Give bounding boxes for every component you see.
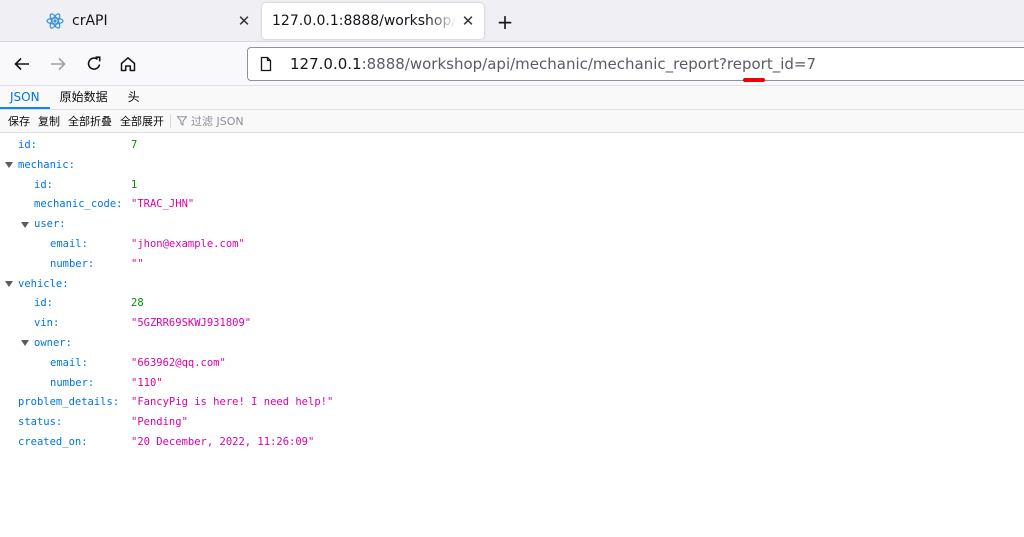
json-row-vehicle-vin: vin: "5GZRR69SKWJ931809" bbox=[0, 314, 1024, 334]
expand-all-button[interactable]: 全部展开 bbox=[116, 113, 168, 129]
reload-icon bbox=[87, 56, 101, 70]
json-value: "FancyPig is here! I need help!" bbox=[131, 396, 334, 409]
tab-headers[interactable]: 头 bbox=[118, 86, 150, 109]
url-text: 127.0.0.1:8888/workshop/api/mechanic/mec… bbox=[290, 55, 816, 73]
json-key: id: bbox=[34, 178, 53, 191]
json-key: id: bbox=[18, 139, 37, 151]
json-row-vehicle-id: id: 28 bbox=[0, 294, 1024, 314]
tab-raw-data[interactable]: 原始数据 bbox=[50, 86, 118, 109]
json-viewer-tabs: JSON 原始数据 头 bbox=[0, 86, 1024, 110]
json-key: mechanic: bbox=[18, 158, 75, 171]
arrow-right-icon bbox=[51, 57, 66, 71]
json-row-owner[interactable]: owner: bbox=[0, 334, 1024, 354]
json-value: "" bbox=[131, 257, 144, 270]
expand-triangle-icon[interactable] bbox=[5, 156, 13, 175]
json-value: 7 bbox=[131, 139, 138, 151]
json-row-user-number: number: "" bbox=[0, 255, 1024, 275]
json-row-vehicle[interactable]: vehicle: bbox=[0, 275, 1024, 295]
toolbar-divider bbox=[170, 114, 171, 128]
json-value: 1 bbox=[131, 178, 138, 191]
close-tab-icon[interactable]: ✕ bbox=[456, 9, 480, 33]
red-underline-annotation bbox=[743, 78, 765, 82]
navigation-bar: 127.0.0.1:8888/workshop/api/mechanic/mec… bbox=[0, 42, 1024, 86]
close-tab-icon[interactable]: ✕ bbox=[232, 9, 256, 33]
json-value: "5GZRR69SKWJ931809" bbox=[131, 317, 252, 330]
json-value: "Pending" bbox=[131, 416, 188, 429]
back-button[interactable] bbox=[8, 50, 36, 78]
json-row-created-on: created_on: "20 December, 2022, 11:26:09… bbox=[0, 433, 1024, 453]
reload-button[interactable] bbox=[80, 50, 108, 78]
tab-crapi[interactable]: crAPI ✕ bbox=[38, 3, 260, 39]
save-button[interactable]: 保存 bbox=[0, 113, 34, 129]
new-tab-button[interactable]: + bbox=[492, 9, 518, 35]
filter-icon bbox=[177, 116, 187, 126]
json-key: mechanic_code: bbox=[34, 198, 123, 211]
expand-triangle-icon[interactable] bbox=[21, 215, 29, 234]
json-key: problem_details: bbox=[18, 396, 120, 409]
json-key: email: bbox=[50, 356, 88, 369]
json-key: vin: bbox=[34, 317, 60, 330]
collapse-all-button[interactable]: 全部折叠 bbox=[64, 113, 116, 129]
expand-triangle-icon[interactable] bbox=[21, 334, 29, 353]
json-row-owner-email: email: "663962@qq.com" bbox=[0, 354, 1024, 374]
json-key: created_on: bbox=[18, 435, 88, 448]
json-row-id: id: 7 bbox=[0, 136, 1024, 156]
react-atom-icon bbox=[46, 12, 64, 30]
page-icon bbox=[258, 56, 274, 72]
filter-placeholder: 过滤 JSON bbox=[191, 115, 244, 128]
tab-title: crAPI bbox=[72, 13, 108, 29]
home-button[interactable] bbox=[114, 50, 142, 78]
expand-triangle-icon[interactable] bbox=[5, 275, 13, 294]
json-value: "663962@qq.com" bbox=[131, 356, 226, 369]
json-row-mechanic[interactable]: mechanic: bbox=[0, 156, 1024, 176]
json-row-user-email: email: "jhon@example.com" bbox=[0, 235, 1024, 255]
forward-button[interactable] bbox=[44, 50, 72, 78]
url-path: :8888/workshop/api/mechanic/mechanic_rep… bbox=[361, 55, 817, 73]
json-tree: id: 7 mechanic: id: 1 mechanic_code: "TR… bbox=[0, 136, 1024, 453]
json-key: number: bbox=[50, 257, 95, 270]
arrow-left-icon bbox=[14, 57, 29, 71]
json-row-mechanic-id: id: 1 bbox=[0, 176, 1024, 196]
json-value: "20 December, 2022, 11:26:09" bbox=[131, 435, 315, 448]
json-key: id: bbox=[34, 297, 53, 310]
json-key: user: bbox=[34, 218, 66, 231]
json-row-mechanic-code: mechanic_code: "TRAC_JHN" bbox=[0, 195, 1024, 215]
copy-button[interactable]: 复制 bbox=[34, 113, 64, 129]
json-key: vehicle: bbox=[18, 277, 69, 290]
json-toolbar: 保存 复制 全部折叠 全部展开 过滤 JSON bbox=[0, 110, 1024, 133]
json-row-status: status: "Pending" bbox=[0, 413, 1024, 433]
plus-icon: + bbox=[496, 10, 514, 34]
json-row-owner-number: number: "110" bbox=[0, 374, 1024, 394]
tab-strip: crAPI ✕ 127.0.0.1:8888/workshop/api/mech… bbox=[0, 0, 1024, 42]
json-row-problem-details: problem_details: "FancyPig is here! I ne… bbox=[0, 393, 1024, 413]
tab-title: 127.0.0.1:8888/workshop/api/mechanic/mec… bbox=[272, 13, 456, 29]
json-row-user[interactable]: user: bbox=[0, 215, 1024, 235]
json-value: 28 bbox=[131, 297, 144, 310]
home-icon bbox=[120, 57, 136, 72]
json-key: owner: bbox=[34, 336, 72, 349]
json-key: email: bbox=[50, 237, 88, 250]
url-bar[interactable]: 127.0.0.1:8888/workshop/api/mechanic/mec… bbox=[247, 47, 1024, 81]
filter-json-input[interactable]: 过滤 JSON bbox=[177, 113, 244, 129]
url-host: 127.0.0.1 bbox=[290, 55, 362, 73]
json-key: number: bbox=[50, 376, 95, 389]
json-value: "TRAC_JHN" bbox=[131, 198, 195, 211]
tab-api-report[interactable]: 127.0.0.1:8888/workshop/api/mechanic/mec… bbox=[262, 3, 484, 39]
json-value: "jhon@example.com" bbox=[131, 237, 245, 250]
tab-json[interactable]: JSON bbox=[0, 86, 50, 109]
json-key: status: bbox=[18, 416, 63, 429]
json-value: "110" bbox=[131, 376, 163, 389]
